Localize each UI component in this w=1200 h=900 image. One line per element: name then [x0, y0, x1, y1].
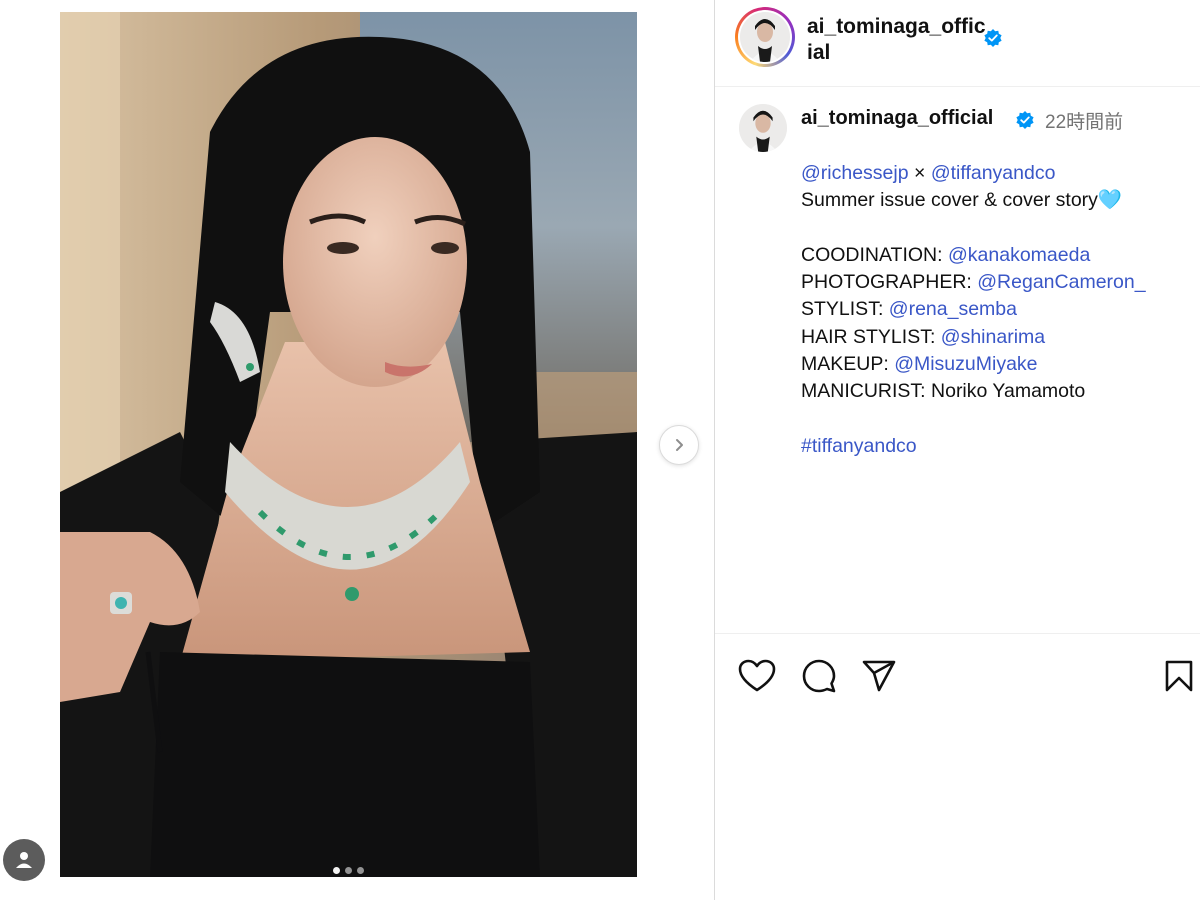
like-button[interactable]	[737, 656, 777, 696]
avatar	[740, 12, 790, 62]
post-media[interactable]	[60, 12, 637, 877]
caption-line: #tiffanyandco	[801, 433, 1191, 460]
post-photo	[60, 12, 637, 877]
caption-line: Summer issue cover & cover story🩵	[801, 187, 1191, 214]
verified-badge-icon	[1015, 110, 1035, 135]
mention-link[interactable]: @rena_semba	[889, 298, 1017, 320]
mention-link[interactable]: @richessejp	[801, 162, 909, 184]
carousel-indicator	[60, 863, 637, 877]
bookmark-icon	[1165, 660, 1193, 692]
mention-link[interactable]: @shinarima	[941, 326, 1045, 348]
caption-headline: Summer issue cover & cover story	[801, 189, 1098, 212]
mention-link[interactable]: @tiffanyandco	[931, 162, 1056, 184]
hashtag-link[interactable]: #tiffanyandco	[801, 435, 917, 457]
carousel-dot	[345, 866, 352, 874]
mention-link[interactable]: @ReganCameron_	[977, 271, 1145, 293]
post-timestamp[interactable]: 22時間前	[1045, 107, 1123, 134]
credit-label: PHOTOGRAPHER:	[801, 271, 978, 294]
credit-label: MANICURIST:	[801, 380, 932, 403]
credit-line: PHOTOGRAPHER: @ReganCameron_	[801, 269, 1191, 296]
comment-bubble-icon	[802, 659, 836, 693]
credit-line: MANICURIST: Noriko Yamamoto	[801, 378, 1191, 405]
caption-avatar[interactable]	[739, 104, 787, 152]
post-actions	[715, 633, 1200, 714]
heart-icon	[738, 659, 776, 692]
credit-line: STYLIST: @rena_semba	[801, 296, 1191, 323]
mention-link[interactable]: @kanakomaeda	[948, 244, 1090, 266]
credit-label: MAKEUP:	[801, 353, 895, 376]
caption-line: @richessejp × @tiffanyandco	[801, 160, 1191, 187]
post-detail-panel: ai_tominaga_official ai_tominaga_officia…	[714, 0, 1200, 900]
story-ring-avatar[interactable]	[735, 7, 795, 67]
share-button[interactable]	[859, 656, 899, 696]
credit-line: COODINATION: @kanakomaeda	[801, 242, 1191, 269]
paper-plane-icon	[862, 660, 896, 692]
credit-label: HAIR STYLIST:	[801, 325, 941, 348]
header-username[interactable]: ai_tominaga_official	[807, 14, 987, 66]
carousel-next-button[interactable]	[659, 425, 699, 465]
credit-line: HAIR STYLIST: @shinarima	[801, 324, 1191, 351]
mention-link[interactable]: @MisuzuMiyake	[894, 353, 1037, 375]
caption-username[interactable]: ai_tominaga_official	[801, 107, 993, 130]
credit-line: MAKEUP: @MisuzuMiyake	[801, 351, 1191, 378]
heart-emoji: 🩵	[1097, 189, 1123, 212]
credit-name: Noriko Yamamoto	[931, 380, 1086, 403]
carousel-dot	[357, 866, 364, 874]
caption-separator: ×	[908, 162, 931, 184]
chevron-right-icon	[676, 439, 683, 451]
save-button[interactable]	[1159, 656, 1199, 696]
comment-button[interactable]	[799, 656, 839, 696]
person-icon	[16, 852, 32, 868]
credit-label: COODINATION:	[801, 243, 948, 266]
post-header: ai_tominaga_official	[715, 0, 1200, 87]
profile-button[interactable]	[3, 839, 45, 881]
carousel-dot	[333, 866, 340, 874]
credit-label: STYLIST:	[801, 298, 889, 321]
verified-badge-icon	[983, 28, 1003, 53]
caption-text: @richessejp × @tiffanyandco Summer issue…	[801, 160, 1191, 460]
